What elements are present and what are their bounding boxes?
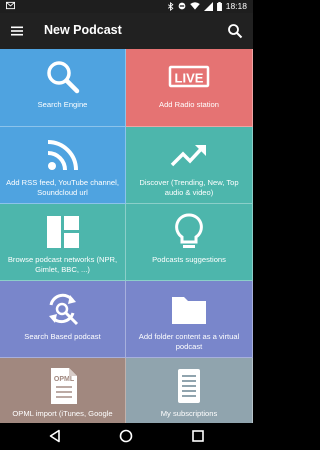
bluetooth-icon <box>167 1 174 11</box>
search-engine-label: Search Engine <box>37 100 88 109</box>
signal-icon <box>203 1 213 11</box>
search-engine-tile[interactable]: Search Engine <box>0 49 126 127</box>
opml-icon-text: OPML <box>53 376 74 383</box>
add-radio-station-label: Add Radio station <box>159 100 219 109</box>
home-icon[interactable] <box>119 429 133 443</box>
add-radio-station-tile[interactable]: LIVE Add Radio station <box>126 49 253 127</box>
opml-import-label: OPML import (iTunes, Google <box>12 409 113 418</box>
podcasts-suggestions-tile[interactable]: Podcasts suggestions <box>126 204 253 281</box>
discover-label: Discover (Trending, New, Top audio & vid… <box>139 178 239 197</box>
opml-import-tile[interactable]: OPML OPML import (iTunes, Google <box>0 358 126 423</box>
app-toolbar: New Podcast <box>0 13 253 49</box>
browse-podcast-networks-label: Browse podcast networks (NPR, Gimlet, BB… <box>7 255 118 274</box>
folder-icon <box>172 297 206 324</box>
refresh-search-icon <box>48 293 78 326</box>
page-title: New Podcast <box>44 23 122 37</box>
battery-icon <box>216 1 222 11</box>
list-document-icon <box>178 369 200 403</box>
trending-up-icon <box>170 145 206 167</box>
menu-icon[interactable] <box>10 24 24 38</box>
add-rss-feed-label: Add RSS feed, YouTube channel, Soundclou… <box>6 178 119 197</box>
add-podcast-options-grid: Search Engine LIVE Add Radio station Add… <box>0 49 253 423</box>
discover-tile[interactable]: Discover (Trending, New, Top audio & vid… <box>126 127 253 204</box>
dashboard-icon <box>46 216 79 248</box>
system-navigation-bar <box>0 423 253 450</box>
live-icon: LIVE <box>168 65 210 88</box>
add-folder-content-tile[interactable]: Add folder content as a virtual podcast <box>126 281 253 358</box>
notification-icons <box>6 1 15 12</box>
my-subscriptions-tile[interactable]: My subscriptions <box>126 358 253 423</box>
lightbulb-icon <box>175 213 203 248</box>
my-subscriptions-label: My subscriptions <box>160 409 218 418</box>
search-based-podcast-tile[interactable]: Search Based podcast <box>0 281 126 358</box>
wifi-icon <box>189 2 200 10</box>
live-icon-text: LIVE <box>175 71 204 86</box>
search-icon[interactable] <box>227 23 243 39</box>
back-icon[interactable] <box>48 429 62 443</box>
browse-podcast-networks-tile[interactable]: Browse podcast networks (NPR, Gimlet, BB… <box>0 204 126 281</box>
add-folder-content-label: Add folder content as a virtual podcast <box>138 332 240 351</box>
clock: 18:18 <box>225 1 247 11</box>
rss-icon <box>47 140 78 171</box>
podcasts-suggestions-label: Podcasts suggestions <box>152 255 226 264</box>
recents-icon[interactable] <box>191 429 205 443</box>
do-not-disturb-icon <box>178 2 186 10</box>
status-bar: 18:18 <box>0 0 253 13</box>
search-icon <box>46 61 79 94</box>
gmail-icon <box>6 1 15 10</box>
add-rss-feed-tile[interactable]: Add RSS feed, YouTube channel, Soundclou… <box>0 127 126 204</box>
search-based-podcast-label: Search Based podcast <box>24 332 101 341</box>
opml-file-icon: OPML <box>50 368 77 404</box>
